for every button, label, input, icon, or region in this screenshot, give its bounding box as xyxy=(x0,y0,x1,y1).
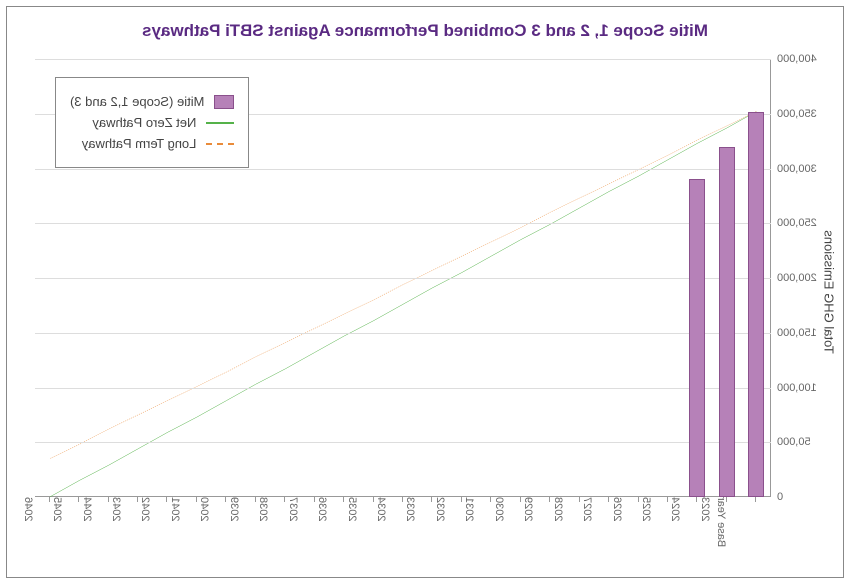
x-tick xyxy=(49,497,50,502)
x-tick xyxy=(520,497,521,502)
x-tick xyxy=(166,497,167,502)
x-tick-label: 2044 xyxy=(80,497,96,521)
y-tick-label: 250,000 xyxy=(771,217,817,229)
x-tick-label: 2031 xyxy=(463,497,479,521)
legend-item-bar: Mitie (Scope 1,2 and 3) xyxy=(70,94,234,109)
x-tick xyxy=(373,497,374,502)
x-tick-label: 2025 xyxy=(640,497,656,521)
y-tick-label: 350,000 xyxy=(771,108,817,120)
x-tick xyxy=(108,497,109,502)
x-tick xyxy=(196,497,197,502)
x-tick-label: 2040 xyxy=(198,497,214,521)
x-tick-label: 2037 xyxy=(286,497,302,521)
line-swatch-icon xyxy=(206,143,234,145)
x-tick xyxy=(696,497,697,502)
x-tick-label: 2036 xyxy=(316,497,332,521)
x-tick xyxy=(255,497,256,502)
gridline xyxy=(35,278,771,279)
x-tick-label: 2029 xyxy=(522,497,538,521)
y-tick-label: 100,000 xyxy=(771,382,817,394)
x-tick-label: 2035 xyxy=(345,497,361,521)
chart-frame: Mitie Scope 1, 2 and 3 Combined Performa… xyxy=(6,6,844,578)
x-tick xyxy=(579,497,580,502)
x-tick-label: 2033 xyxy=(404,497,420,521)
x-tick xyxy=(402,497,403,502)
legend-label: Long Term Pathway xyxy=(82,136,197,151)
x-tick xyxy=(726,497,727,502)
x-tick-label: 2028 xyxy=(551,497,567,521)
gridline xyxy=(35,223,771,224)
x-tick-label: 2027 xyxy=(581,497,597,521)
x-tick-label: 2043 xyxy=(110,497,126,521)
x-tick xyxy=(137,497,138,502)
legend-item-netzero: Net Zero Pathway xyxy=(70,115,234,130)
x-tick-label: 2030 xyxy=(493,497,509,521)
chart-title: Mitie Scope 1, 2 and 3 Combined Performa… xyxy=(7,21,843,41)
bar xyxy=(719,147,735,497)
x-tick-label: 2045 xyxy=(51,497,67,521)
x-tick-label: 2046 xyxy=(21,497,37,521)
gridline xyxy=(35,333,771,334)
y-tick-label: 400,000 xyxy=(771,53,817,65)
y-tick-label: 50,000 xyxy=(771,436,811,448)
gridline xyxy=(35,388,771,389)
x-tick xyxy=(638,497,639,502)
x-tick-label: 2038 xyxy=(257,497,273,521)
bar xyxy=(689,179,705,497)
x-tick-label: Base Year xyxy=(715,497,731,547)
y-tick-label: 300,000 xyxy=(771,163,817,175)
x-tick xyxy=(755,497,756,502)
x-tick-label: 2023 xyxy=(699,497,715,521)
legend-label: Mitie (Scope 1,2 and 3) xyxy=(70,94,204,109)
x-tick-label: 2026 xyxy=(610,497,626,521)
legend-label: Net Zero Pathway xyxy=(92,115,196,130)
y-axis-label: Total GHG Emissions xyxy=(822,230,837,354)
gridline xyxy=(35,169,771,170)
line-swatch-icon xyxy=(206,122,234,124)
legend-item-longterm: Long Term Pathway xyxy=(70,136,234,151)
x-tick-label: 2039 xyxy=(228,497,244,521)
x-tick xyxy=(431,497,432,502)
x-tick-label: 2024 xyxy=(669,497,685,521)
bar-swatch-icon xyxy=(214,95,234,109)
y-tick-label: 200,000 xyxy=(771,272,817,284)
x-tick-label: 2042 xyxy=(139,497,155,521)
y-tick-label: 0 xyxy=(771,491,783,503)
chart-container: Mitie Scope 1, 2 and 3 Combined Performa… xyxy=(0,0,850,584)
x-tick-label: 2034 xyxy=(375,497,391,521)
x-tick xyxy=(461,497,462,502)
x-tick-label: 2041 xyxy=(169,497,185,521)
x-tick xyxy=(549,497,550,502)
x-tick xyxy=(343,497,344,502)
legend: Mitie (Scope 1,2 and 3) Net Zero Pathway… xyxy=(55,77,249,168)
x-tick xyxy=(284,497,285,502)
x-tick xyxy=(667,497,668,502)
x-tick-label: 2032 xyxy=(434,497,450,521)
x-tick xyxy=(225,497,226,502)
x-tick xyxy=(78,497,79,502)
x-tick xyxy=(314,497,315,502)
x-tick xyxy=(608,497,609,502)
gridline xyxy=(35,59,771,60)
gridline xyxy=(35,442,771,443)
bar xyxy=(748,112,764,497)
x-tick xyxy=(490,497,491,502)
y-tick-label: 150,000 xyxy=(771,327,817,339)
